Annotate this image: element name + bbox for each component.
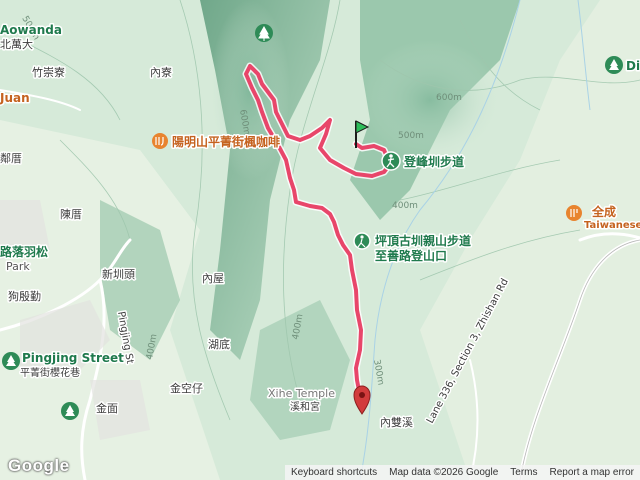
map-canvas[interactable]: 500m 600m 500m 600m 400m 400m 400m 300m … (0, 0, 640, 480)
map-data-text: Map data ©2026 Google (389, 467, 499, 478)
place-label: 內寮 (150, 65, 172, 79)
contour-label: 600m (436, 93, 462, 103)
place-label: 金面 (96, 401, 118, 415)
temple-name-zh: 溪和宮 (290, 400, 320, 413)
contour-label: 400m (392, 201, 418, 211)
trail-mid-label-1: 坪頂古圳親山步道 (375, 233, 471, 248)
street-label: 平菁街櫻花巷 (20, 366, 80, 379)
place-label: Park (6, 260, 30, 273)
place-label: Aowanda (0, 23, 62, 37)
contour-label: 500m (398, 131, 424, 141)
trail-top-label: 登峰圳步道 (403, 154, 464, 169)
place-label: Juan (0, 91, 30, 105)
place-label: 狗殷勤 (8, 290, 41, 303)
park-poi-top[interactable] (255, 24, 273, 42)
place-label: 路落羽松 (0, 244, 48, 259)
cafe-label: 陽明山平菁街楓咖啡 (172, 134, 280, 149)
cafe-poi[interactable]: 陽明山平菁街楓咖啡 (152, 133, 282, 151)
place-label: 北萬大 (0, 37, 33, 51)
report-error-link[interactable]: Report a map error (544, 467, 640, 478)
right-restaurant-en: Taiwanese (584, 220, 640, 231)
place-label: 鄰厝 (0, 151, 22, 165)
right-top-label: Di (626, 59, 640, 73)
right-restaurant-label: 全成 (591, 204, 616, 219)
park-poi-bottom[interactable] (61, 402, 79, 420)
temple-name-en: Xihe Temple (268, 387, 335, 400)
park-poi-left[interactable] (2, 352, 20, 370)
place-label: 陳厝 (60, 208, 82, 221)
place-label: 湖底 (208, 337, 230, 351)
attribution-bar: Keyboard shortcuts Map data ©2026 Google… (284, 465, 640, 480)
google-logo: Google (8, 456, 70, 475)
cafe-icon (152, 133, 168, 149)
place-label: 金空仔 (170, 381, 203, 395)
place-label: 新圳頭 (102, 267, 135, 281)
terms-link[interactable]: Terms (504, 467, 543, 478)
place-label: 內屋 (202, 272, 224, 285)
keyboard-shortcuts-link[interactable]: Keyboard shortcuts (285, 467, 383, 478)
street-label: Pingjing Street (22, 351, 124, 365)
trail-top-poi[interactable]: 登峰圳步道 (381, 151, 466, 171)
place-label: 竹崇寮 (32, 65, 65, 79)
place-label: 內雙溪 (380, 416, 413, 429)
trail-mid-label-2: 至善路登山口 (375, 248, 447, 263)
